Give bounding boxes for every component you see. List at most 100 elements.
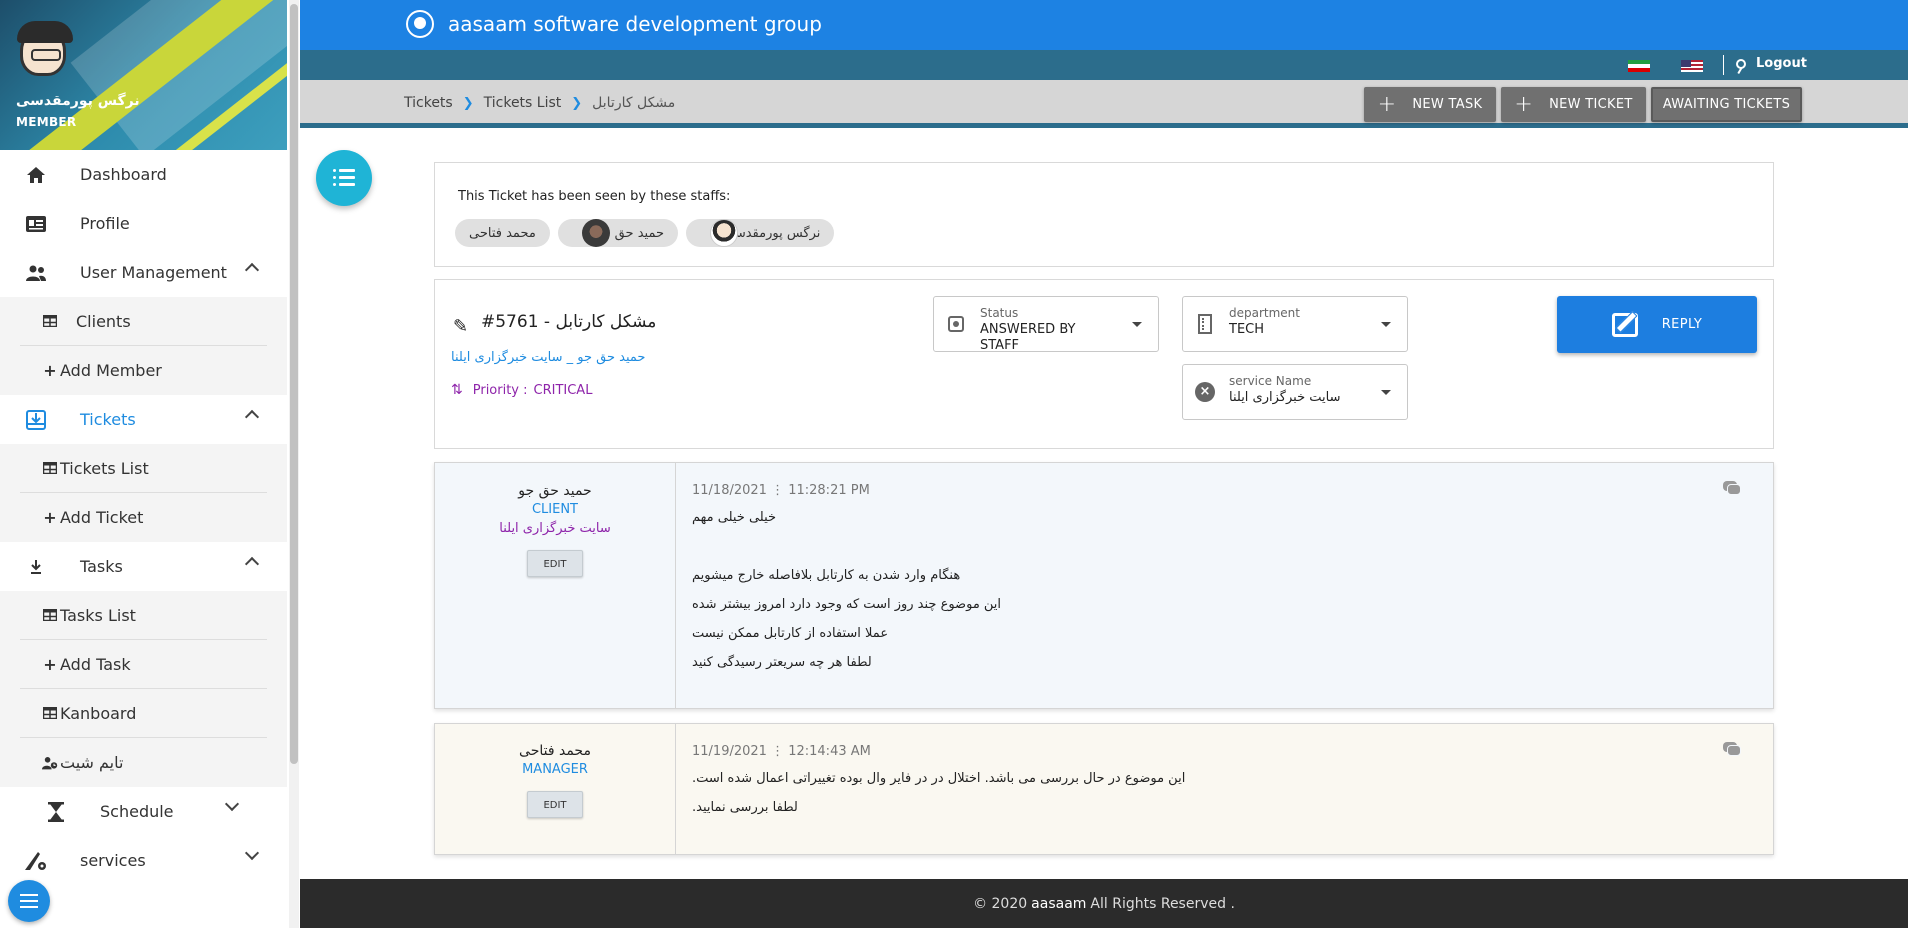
user-avatar[interactable]	[17, 21, 73, 76]
message-date: 11/18/2021	[692, 483, 767, 498]
logout-link[interactable]: Logout	[1736, 56, 1807, 71]
chevron-down-icon[interactable]	[244, 845, 260, 861]
message-author-service: سایت خبرگزاری ایلنا	[499, 521, 611, 536]
ticket-priority: ⇅ Priority : CRITICAL	[451, 382, 592, 398]
comments-icon[interactable]	[1723, 481, 1741, 495]
awaiting-tickets-button[interactable]: AWAITING TICKETS	[1651, 87, 1802, 122]
sidebar-scrollbar[interactable]	[289, 0, 299, 928]
hourglass-icon	[44, 801, 68, 822]
sidebar-item-user-management[interactable]: User Management	[0, 248, 287, 297]
list-view-button[interactable]	[316, 150, 372, 206]
message-date: 11/19/2021	[692, 744, 767, 759]
message-author-role: CLIENT	[531, 502, 579, 517]
user-toolbar: Logout	[300, 50, 1908, 80]
comments-icon[interactable]	[1723, 742, 1741, 756]
sidebar-item-tasks[interactable]: Tasks	[0, 542, 287, 591]
message-line: لطفا هر چه سریعتر رسیدگی کنید	[692, 655, 872, 670]
message-timestamp: 11/19/2021 ⋮ 12:14:43 AM	[692, 744, 1185, 759]
sidebar-item-services[interactable]: services	[0, 836, 287, 885]
table-icon	[42, 315, 58, 327]
sidebar-user-role: MEMBER	[16, 115, 77, 129]
sidebar-item-tickets[interactable]: Tickets	[0, 395, 287, 444]
sidebar-item-kanboard[interactable]: Kanboard	[20, 689, 267, 738]
message-line	[692, 537, 1001, 566]
status-value: ANSWERED BY STAFF	[980, 322, 1076, 353]
brand[interactable]: aasaam software development group	[406, 10, 822, 38]
pencil-icon[interactable]: ✎	[453, 316, 468, 337]
edit-button[interactable]: EDIT	[527, 791, 583, 818]
sidebar-item-add-ticket[interactable]: + Add Ticket	[20, 493, 267, 542]
new-ticket-button[interactable]: + NEW TICKET	[1501, 87, 1646, 122]
edit-button[interactable]: EDIT	[527, 550, 583, 577]
scrollbar-thumb[interactable]	[290, 4, 298, 764]
footer: © 2020 aasaam All Rights Reserved .	[300, 879, 1908, 928]
message-body: 11/18/2021 ⋮ 11:28:21 PM خیلی خیلی مهم ه…	[692, 483, 1001, 682]
sidebar-item-clients[interactable]: Clients	[20, 297, 267, 346]
sidebar-item-profile[interactable]: Profile	[0, 199, 287, 248]
caret-down-icon	[1381, 322, 1391, 327]
sidebar-item-label: User Management	[80, 263, 227, 282]
footer-brand[interactable]: aasaam	[1031, 896, 1086, 912]
sidebar-item-label: Tasks	[80, 557, 123, 576]
list-icon	[333, 169, 355, 187]
message-line: این موضوع در حال بررسی می باشد. اختلال د…	[692, 771, 1186, 786]
new-task-label: NEW TASK	[1412, 97, 1483, 112]
message-author: حمید حق جو	[518, 483, 592, 499]
breadcrumb-tickets[interactable]: Tickets	[404, 95, 453, 111]
toolbar-divider	[1723, 55, 1724, 75]
reply-label: REPLY	[1661, 317, 1703, 332]
reply-button[interactable]: REPLY	[1557, 296, 1757, 353]
sidebar-item-label: Kanboard	[60, 703, 137, 723]
seen-by-card: This Ticket has been seen by these staff…	[434, 162, 1774, 267]
us-flag-icon[interactable]	[1681, 60, 1703, 72]
sidebar-item-tasks-list[interactable]: Tasks List	[20, 591, 267, 640]
chevron-up-icon[interactable]	[244, 262, 260, 278]
staff-chip[interactable]: محمد فتاحی	[455, 219, 550, 247]
department-value: TECH	[1229, 322, 1265, 337]
sidebar-item-timesheet[interactable]: تایم شیت	[20, 738, 267, 787]
sidebar-item-label: Tickets	[80, 410, 136, 429]
breadcrumb-tickets-list[interactable]: Tickets List	[484, 95, 562, 111]
sidebar-item-add-member[interactable]: + Add Member	[20, 346, 267, 395]
top-header: aasaam software development group	[300, 0, 1908, 50]
dots-icon: ⋮	[771, 483, 789, 498]
service-select[interactable]: × service Name سایت خبرگزاری ایلنا	[1182, 364, 1408, 420]
staff-chip[interactable]: نرگس پورمقدسی	[686, 219, 835, 247]
sidebar-item-add-task[interactable]: + Add Task	[20, 640, 267, 689]
brand-name: aasaam software development group	[448, 12, 822, 36]
staff-chip[interactable]: حمید حق جو	[557, 219, 678, 247]
sidebar-user-info: نرگس پورمقدسی MEMBER	[16, 93, 140, 129]
footer-copyright: © 2020	[973, 895, 1028, 912]
department-label: department	[1229, 306, 1300, 320]
department-select[interactable]: department TECH	[1182, 296, 1408, 352]
chevron-up-icon[interactable]	[244, 409, 260, 425]
breadcrumb-bar: Tickets ❯ Tickets List ❯ مشکل کارتابل + …	[300, 80, 1908, 128]
plus-icon: +	[43, 654, 57, 674]
message-timestamp: 11/18/2021 ⋮ 11:28:21 PM	[692, 483, 1001, 498]
staff-chip-name: محمد فتاحی	[469, 225, 536, 241]
chevron-up-icon[interactable]	[244, 556, 260, 572]
clear-icon[interactable]: ×	[1195, 381, 1215, 403]
plus-icon: +	[43, 508, 57, 527]
priority-value: CRITICAL	[533, 382, 593, 398]
plus-icon: +	[1514, 91, 1534, 117]
new-task-button[interactable]: + NEW TASK	[1364, 87, 1496, 122]
sidebar-item-dashboard[interactable]: Dashboard	[0, 150, 287, 199]
iran-flag-icon[interactable]	[1628, 60, 1650, 72]
ticket-subject: مشکل کارتابل	[555, 312, 657, 332]
message-author-panel: حمید حق جو CLIENT سایت خبرگزاری ایلنا ED…	[435, 463, 676, 708]
message-line: عملا استفاده از کارتابل ممکن نیست	[692, 626, 889, 641]
seen-by-title: This Ticket has been seen by these staff…	[458, 189, 731, 204]
chevron-down-icon[interactable]	[224, 796, 240, 812]
status-select[interactable]: Status ANSWERED BY STAFF	[933, 296, 1159, 353]
message-author: محمد فتاحی	[519, 743, 591, 759]
message-line: خیلی خیلی مهم	[692, 510, 777, 525]
ticket-requester[interactable]: حمید حق جو _ سایت خبرگزاری ایلنا	[451, 350, 645, 365]
sidebar-item-schedule[interactable]: Schedule	[0, 787, 287, 836]
menu-toggle-button[interactable]	[8, 880, 50, 922]
submenu-tickets: Tickets List + Add Ticket	[0, 444, 287, 542]
brand-logo-icon	[406, 10, 434, 38]
breadcrumb: Tickets ❯ Tickets List ❯ مشکل کارتابل	[404, 95, 675, 111]
building-icon	[1195, 313, 1215, 335]
sidebar-item-tickets-list[interactable]: Tickets List	[20, 444, 267, 493]
